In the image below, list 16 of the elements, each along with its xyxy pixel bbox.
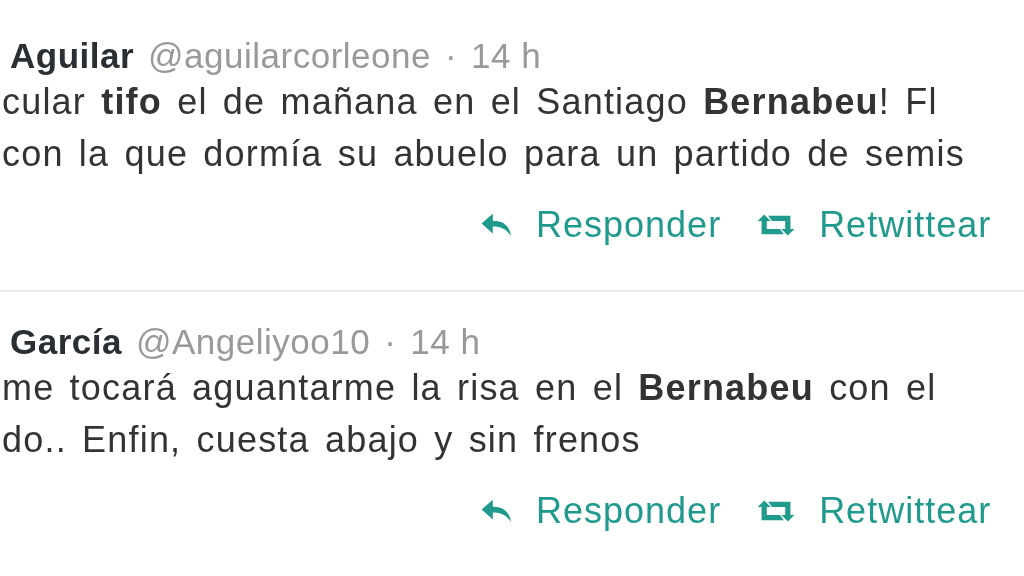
reply-link[interactable]: Responder (480, 204, 722, 246)
tweet-time[interactable]: 14 h (410, 322, 481, 362)
separator-dot: · (444, 36, 458, 76)
tweet-text: con la que dormía su abuelo para un partido de semis (1, 132, 965, 176)
tweet-text: me tocará aguantarme la risa en el Bernabeu con el (1, 366, 937, 410)
tweet-text: do.. Enfin, cuesta abajo y sin frenos (1, 418, 641, 462)
user-name[interactable]: Aguilar (10, 36, 135, 76)
user-handle[interactable]: @aguilarcorleone (148, 36, 431, 76)
reply-link[interactable]: Responder (480, 490, 722, 532)
user-name[interactable]: García (10, 322, 122, 362)
separator-dot: · (384, 322, 397, 362)
tweet-text: cular tifo el de mañana en el Santiago Bernabeu! Fl (1, 80, 938, 124)
user-handle[interactable]: @Angeliyoo10 (135, 322, 371, 362)
tweet-time[interactable]: 14 h (471, 36, 542, 76)
retweet-link[interactable]: Retwittear (755, 204, 992, 246)
retweet-link[interactable]: Retwittear (755, 490, 992, 532)
